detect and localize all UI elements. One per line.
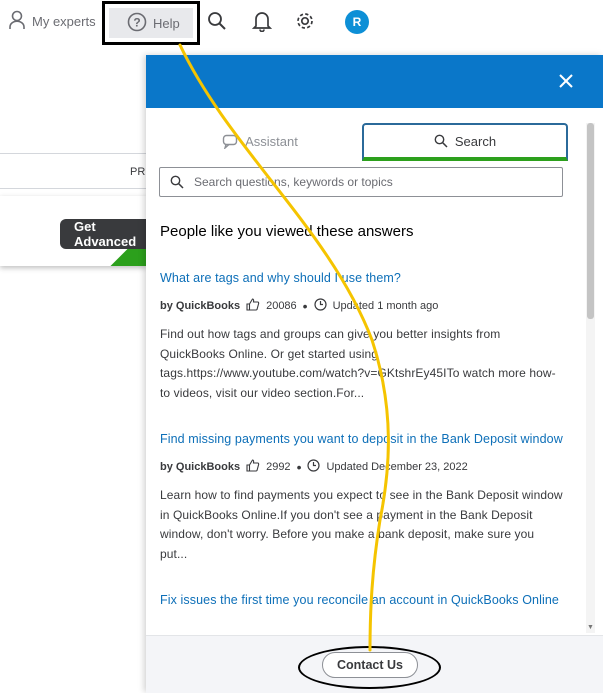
result-likes: 20086 bbox=[266, 300, 297, 312]
clock-icon bbox=[313, 298, 327, 314]
get-advanced-button[interactable]: Get Advanced bbox=[60, 219, 160, 249]
close-panel-button[interactable] bbox=[555, 70, 577, 92]
gear-icon bbox=[297, 13, 313, 29]
result-meta: by QuickBooks 20086 • Updated 1 month ag… bbox=[160, 298, 564, 314]
top-nav: My experts ? Help R bbox=[0, 0, 603, 46]
result-meta: by QuickBooks 2992 • Updated December 23… bbox=[160, 459, 564, 475]
search-nav-button[interactable] bbox=[206, 10, 228, 32]
result-updated: Updated 1 month ago bbox=[332, 300, 439, 312]
svg-text:?: ? bbox=[133, 15, 140, 29]
help-button[interactable]: ? Help bbox=[109, 8, 193, 38]
bell-icon bbox=[252, 12, 272, 32]
results-scrollbar[interactable]: ▼ bbox=[586, 123, 595, 633]
result-snippet: Find out how tags and groups can give yo… bbox=[160, 327, 556, 400]
result-title-link[interactable]: Find missing payments you want to deposi… bbox=[160, 432, 564, 447]
close-icon bbox=[559, 74, 573, 88]
tab-assistant-label: Assistant bbox=[245, 133, 298, 149]
result-item: Find missing payments you want to deposi… bbox=[160, 432, 564, 564]
results-list: What are tags and why should I use them?… bbox=[160, 271, 564, 628]
scrollbar-thumb[interactable] bbox=[587, 123, 594, 319]
background-divider bbox=[0, 188, 147, 189]
settings-button[interactable] bbox=[294, 10, 316, 32]
my-experts-button[interactable]: My experts bbox=[8, 10, 96, 33]
notifications-button[interactable] bbox=[251, 10, 273, 32]
person-icon bbox=[8, 10, 26, 33]
my-experts-label: My experts bbox=[32, 14, 96, 29]
background-divider bbox=[0, 153, 147, 154]
help-search-input[interactable] bbox=[192, 174, 556, 190]
clock-icon bbox=[307, 459, 321, 475]
meta-separator: • bbox=[296, 459, 302, 475]
help-panel-header bbox=[146, 55, 603, 108]
background-green-accent bbox=[100, 246, 147, 266]
tab-search-label: Search bbox=[454, 133, 497, 149]
question-circle-icon: ? bbox=[127, 12, 147, 35]
result-title-link[interactable]: Fix issues the first time you reconcile … bbox=[160, 593, 564, 608]
search-icon bbox=[208, 12, 226, 30]
result-title-link[interactable]: What are tags and why should I use them? bbox=[160, 271, 564, 286]
result-author: by QuickBooks bbox=[160, 461, 241, 473]
result-snippet: Learn how to find payments you expect to… bbox=[160, 488, 563, 561]
meta-separator: • bbox=[302, 298, 308, 314]
scroll-down-arrow-icon[interactable]: ▼ bbox=[586, 624, 595, 633]
chat-bubble-icon bbox=[222, 134, 238, 149]
result-likes: 2992 bbox=[266, 461, 291, 473]
thumbs-up-icon bbox=[246, 298, 260, 314]
help-label: Help bbox=[153, 15, 180, 31]
help-tabs: Assistant Search bbox=[160, 123, 570, 161]
search-icon bbox=[434, 134, 448, 148]
thumbs-up-icon bbox=[246, 459, 260, 475]
help-panel: Assistant Search People like you viewed … bbox=[146, 55, 603, 693]
search-icon bbox=[170, 175, 184, 189]
result-item: What are tags and why should I use them?… bbox=[160, 271, 564, 403]
result-item: Fix issues the first time you reconcile … bbox=[160, 593, 564, 608]
tab-assistant[interactable]: Assistant bbox=[160, 123, 360, 159]
help-highlight-box: ? Help bbox=[102, 1, 200, 45]
help-panel-footer: Contact Us bbox=[146, 635, 603, 693]
user-avatar[interactable]: R bbox=[345, 10, 369, 34]
tab-search[interactable]: Search bbox=[362, 123, 568, 161]
help-search-field[interactable] bbox=[159, 167, 563, 197]
contact-us-button[interactable]: Contact Us bbox=[322, 652, 418, 678]
result-author: by QuickBooks bbox=[160, 300, 241, 312]
section-title: People like you viewed these answers bbox=[160, 223, 414, 240]
result-updated: Updated December 23, 2022 bbox=[326, 461, 468, 473]
